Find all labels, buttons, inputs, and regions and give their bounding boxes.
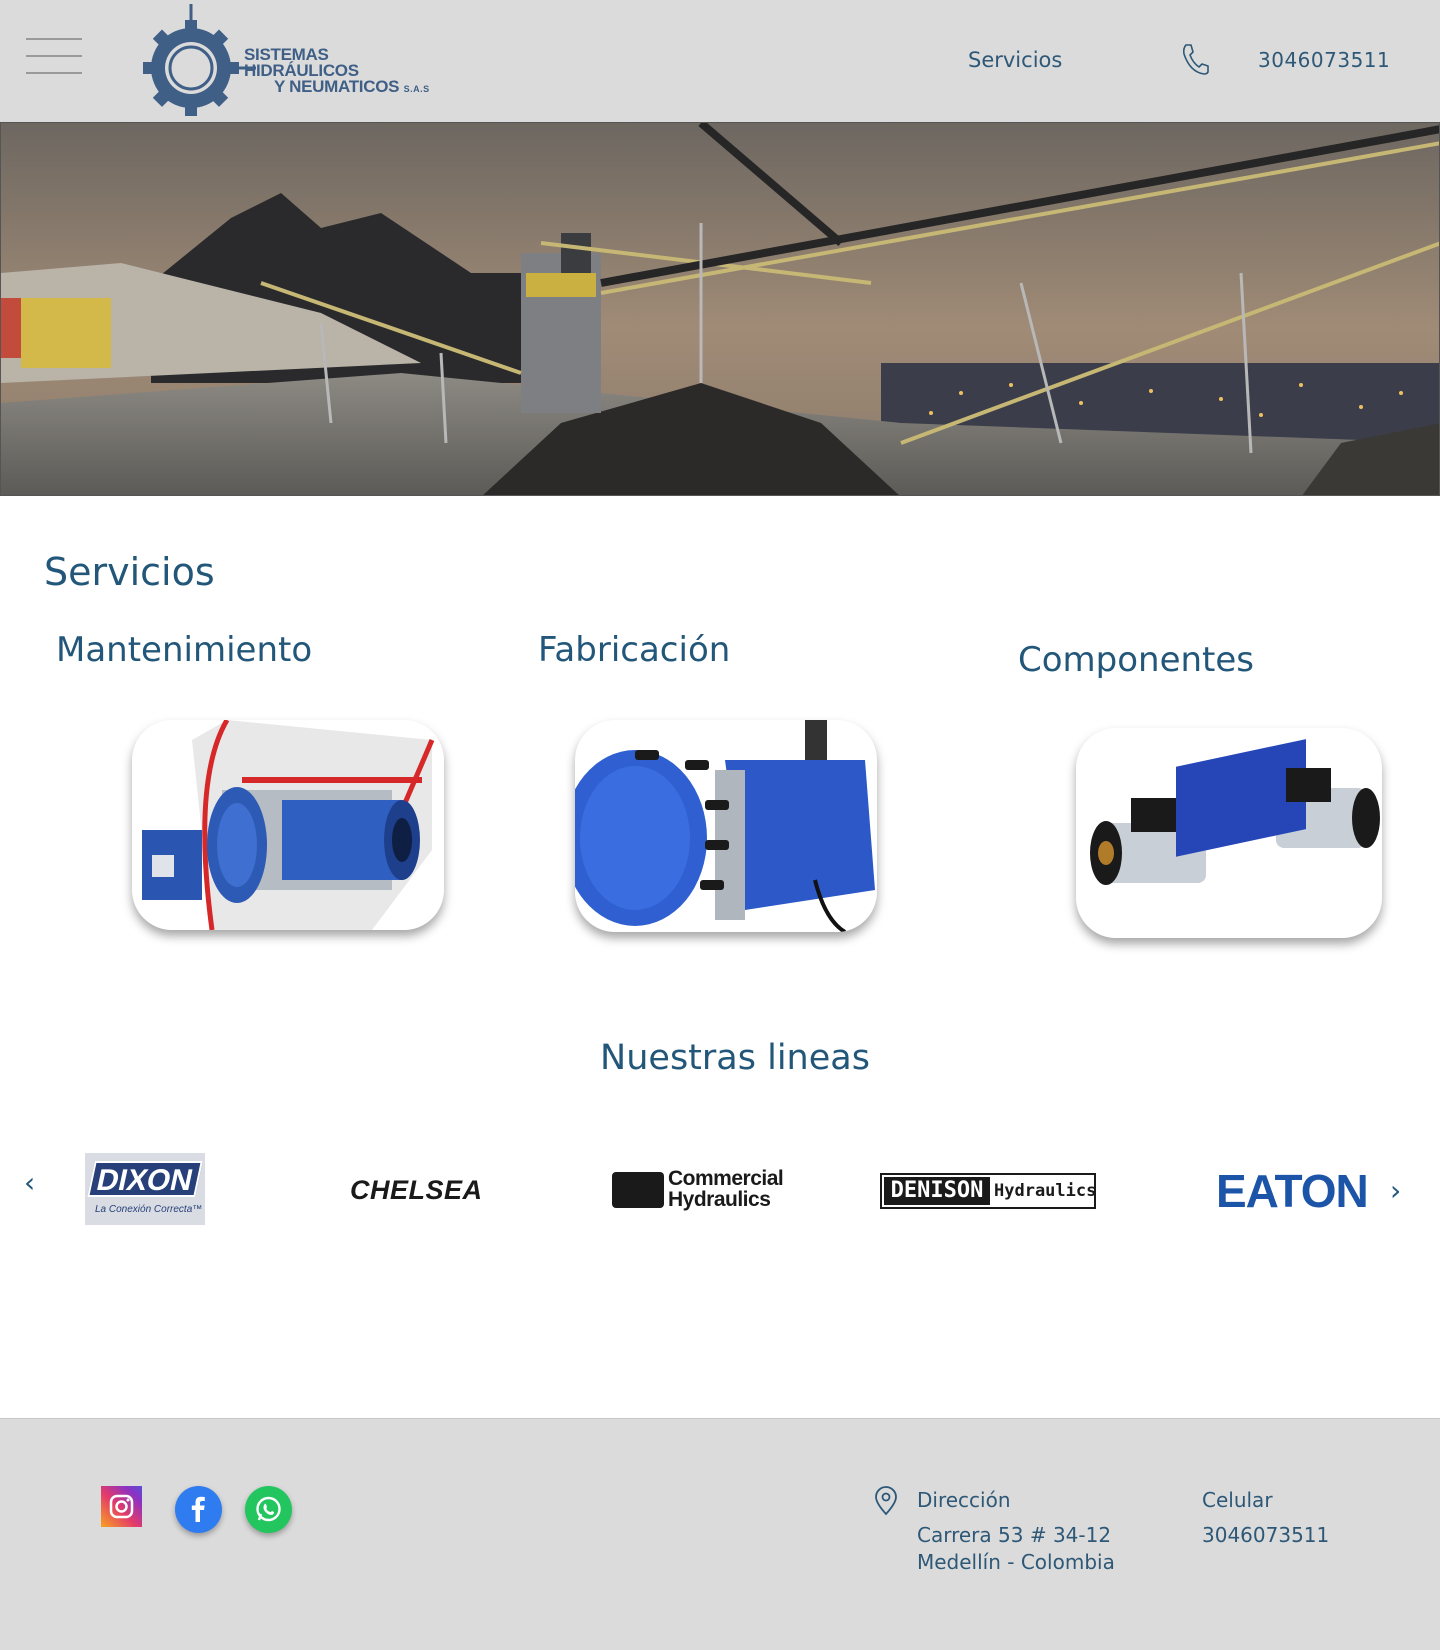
lines-heading: Nuestras lineas xyxy=(600,1038,870,1078)
denison-word1: DENISON xyxy=(884,1177,990,1205)
hero-banner-image xyxy=(0,122,1440,496)
brand-logo-chelsea[interactable]: CHELSEA xyxy=(350,1175,483,1206)
site-header: SISTEMAS HIDRÁULICOS Y NEUMATICOS S.A.S … xyxy=(0,0,1440,122)
service-image-componentes[interactable] xyxy=(1076,728,1382,938)
commercial-word1: Commercial xyxy=(668,1167,784,1190)
menu-icon[interactable] xyxy=(26,36,82,76)
instagram-icon[interactable] xyxy=(101,1486,142,1527)
service-image-mantenimiento[interactable] xyxy=(132,720,444,930)
dixon-tagline: La Conexión Correcta™ xyxy=(95,1204,203,1215)
footer-address-line2: Medellín - Colombia xyxy=(917,1550,1115,1574)
logo-suffix: S.A.S xyxy=(403,84,430,94)
logo-line2: Y NEUMATICOS xyxy=(274,77,400,96)
location-pin-icon xyxy=(875,1486,897,1516)
brand-logo-dixon[interactable]: DIXON La Conexión Correcta™ xyxy=(85,1153,205,1225)
facebook-icon[interactable] xyxy=(175,1486,222,1533)
logo-wordmark: SISTEMAS HIDRÁULICOS Y NEUMATICOS S.A.S xyxy=(244,45,446,97)
services-heading: Servicios xyxy=(44,550,215,594)
footer-phone-value[interactable]: 3046073511 xyxy=(1202,1522,1329,1549)
commercial-word2: Hydraulics xyxy=(668,1188,771,1211)
service-title-fabricacion[interactable]: Fabricación xyxy=(538,630,730,670)
nav-servicios-link[interactable]: Servicios xyxy=(968,48,1062,72)
carousel-next-arrow[interactable]: › xyxy=(1390,1174,1401,1207)
footer-address-label: Dirección xyxy=(917,1488,1011,1512)
denison-word2: Hydraulics xyxy=(994,1181,1097,1201)
carousel-prev-arrow[interactable]: ‹ xyxy=(24,1166,35,1199)
brand-logo-denison[interactable]: DENISON Hydraulics xyxy=(880,1173,1096,1209)
whatsapp-icon[interactable] xyxy=(245,1486,292,1533)
company-logo[interactable]: SISTEMAS HIDRÁULICOS Y NEUMATICOS S.A.S xyxy=(136,0,446,120)
logo-line1: SISTEMAS HIDRÁULICOS xyxy=(244,45,359,80)
gear-logo-icon xyxy=(143,4,256,116)
header-phone-link[interactable]: 3046073511 xyxy=(1258,48,1390,72)
service-title-mantenimiento[interactable]: Mantenimiento xyxy=(56,630,312,670)
brand-logo-eaton[interactable]: EATON xyxy=(1216,1168,1369,1214)
service-title-componentes[interactable]: Componentes xyxy=(1018,640,1254,680)
brand-logo-commercial-hydraulics[interactable]: Commercial Hydraulics xyxy=(612,1168,784,1212)
footer-address-line1: Carrera 53 # 34-12 xyxy=(917,1523,1112,1547)
dixon-wordmark: DIXON xyxy=(87,1161,203,1197)
phone-icon[interactable] xyxy=(1180,42,1210,76)
commercial-emblem xyxy=(612,1172,664,1208)
footer-phone-label: Celular xyxy=(1202,1488,1273,1512)
service-image-fabricacion[interactable] xyxy=(575,720,877,932)
